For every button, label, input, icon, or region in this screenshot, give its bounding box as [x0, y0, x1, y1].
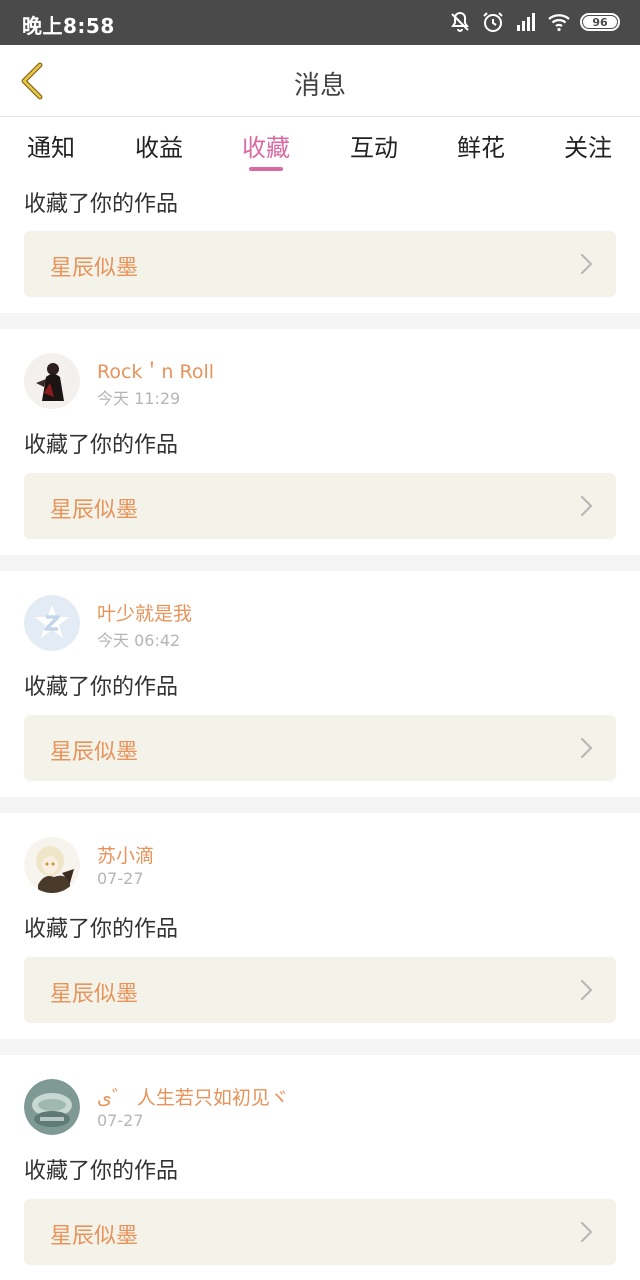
work-title: 星辰似墨: [50, 1224, 139, 1249]
username[interactable]: Rock＇n Roll: [97, 357, 214, 384]
action-text: 收藏了你的作品: [24, 192, 179, 217]
work-title: 星辰似墨: [50, 740, 139, 765]
battery-icon: 96: [580, 13, 620, 31]
status-time: 晚上8:58: [22, 14, 115, 38]
list-item: ى゛ 人生若只如初见ヾ 07-27 收藏了你的作品 星辰似墨: [0, 1055, 640, 1280]
alarm-icon: [483, 12, 503, 32]
list-item: 叶少就是我 今天 06:42 收藏了你的作品 星辰似墨: [0, 571, 640, 797]
status-bar: 晚上8:58 96: [0, 0, 640, 45]
tab-follows[interactable]: 关注: [543, 128, 633, 163]
chevron-right-icon: [580, 1221, 593, 1243]
work-link[interactable]: 星辰似墨: [24, 715, 616, 781]
avatar-image: [24, 837, 80, 893]
timestamp: 今天 06:42: [97, 631, 181, 650]
username[interactable]: 叶少就是我: [97, 599, 192, 626]
work-title: 星辰似墨: [50, 982, 139, 1007]
timestamp: 07-27: [97, 869, 144, 888]
work-link[interactable]: 星辰似墨: [24, 1199, 616, 1265]
work-link[interactable]: 星辰似墨: [24, 473, 616, 539]
title-bar: 消息: [0, 45, 640, 117]
action-text: 收藏了你的作品: [24, 433, 179, 458]
action-text: 收藏了你的作品: [24, 1159, 179, 1184]
status-icons: 96: [448, 9, 620, 35]
divider: [0, 555, 640, 571]
work-title: 星辰似墨: [50, 256, 139, 281]
tab-flowers[interactable]: 鲜花: [436, 128, 526, 163]
divider: [0, 1039, 640, 1055]
divider: [0, 313, 640, 329]
wifi-icon: [548, 14, 570, 32]
mute-bell-icon: [451, 11, 469, 32]
work-link[interactable]: 星辰似墨: [24, 231, 616, 297]
signal-icon: [517, 13, 535, 31]
tab-favorites[interactable]: 收藏: [221, 128, 311, 163]
action-text: 收藏了你的作品: [24, 675, 179, 700]
list-item: 收藏了你的作品 星辰似墨: [0, 174, 640, 313]
tab-interactions[interactable]: 互动: [329, 128, 419, 163]
avatar[interactable]: [24, 1079, 80, 1135]
avatar[interactable]: [24, 595, 80, 651]
battery-level: 96: [583, 16, 617, 29]
timestamp: 今天 11:29: [97, 389, 181, 408]
avatar[interactable]: [24, 353, 80, 409]
chevron-right-icon: [580, 979, 593, 1001]
chevron-right-icon: [580, 253, 593, 275]
page-title: 消息: [293, 71, 346, 101]
list-item: Rock＇n Roll 今天 11:29 收藏了你的作品 星辰似墨: [0, 329, 640, 555]
action-text: 收藏了你的作品: [24, 917, 179, 942]
chevron-right-icon: [580, 495, 593, 517]
tab-bar: 通知 收益 收藏 互动 鲜花 关注: [0, 118, 640, 174]
work-link[interactable]: 星辰似墨: [24, 957, 616, 1023]
tab-earnings[interactable]: 收益: [114, 128, 204, 163]
divider: [0, 797, 640, 813]
avatar-image: [24, 353, 80, 409]
list-item: 苏小滴 07-27 收藏了你的作品 星辰似墨: [0, 813, 640, 1039]
username[interactable]: ى゛ 人生若只如初见ヾ: [97, 1083, 289, 1110]
message-feed[interactable]: 收藏了你的作品 星辰似墨 Rock＇n Roll 今天 11:29 收藏了你的作…: [0, 174, 640, 1280]
username[interactable]: 苏小滴: [97, 841, 154, 868]
default-avatar-icon: [24, 595, 80, 651]
tab-notifications[interactable]: 通知: [6, 128, 96, 163]
chevron-right-icon: [580, 737, 593, 759]
active-tab-indicator: [249, 167, 283, 171]
avatar-image: [24, 1079, 80, 1135]
timestamp: 07-27: [97, 1111, 144, 1130]
work-title: 星辰似墨: [50, 498, 139, 523]
avatar[interactable]: [24, 837, 80, 893]
